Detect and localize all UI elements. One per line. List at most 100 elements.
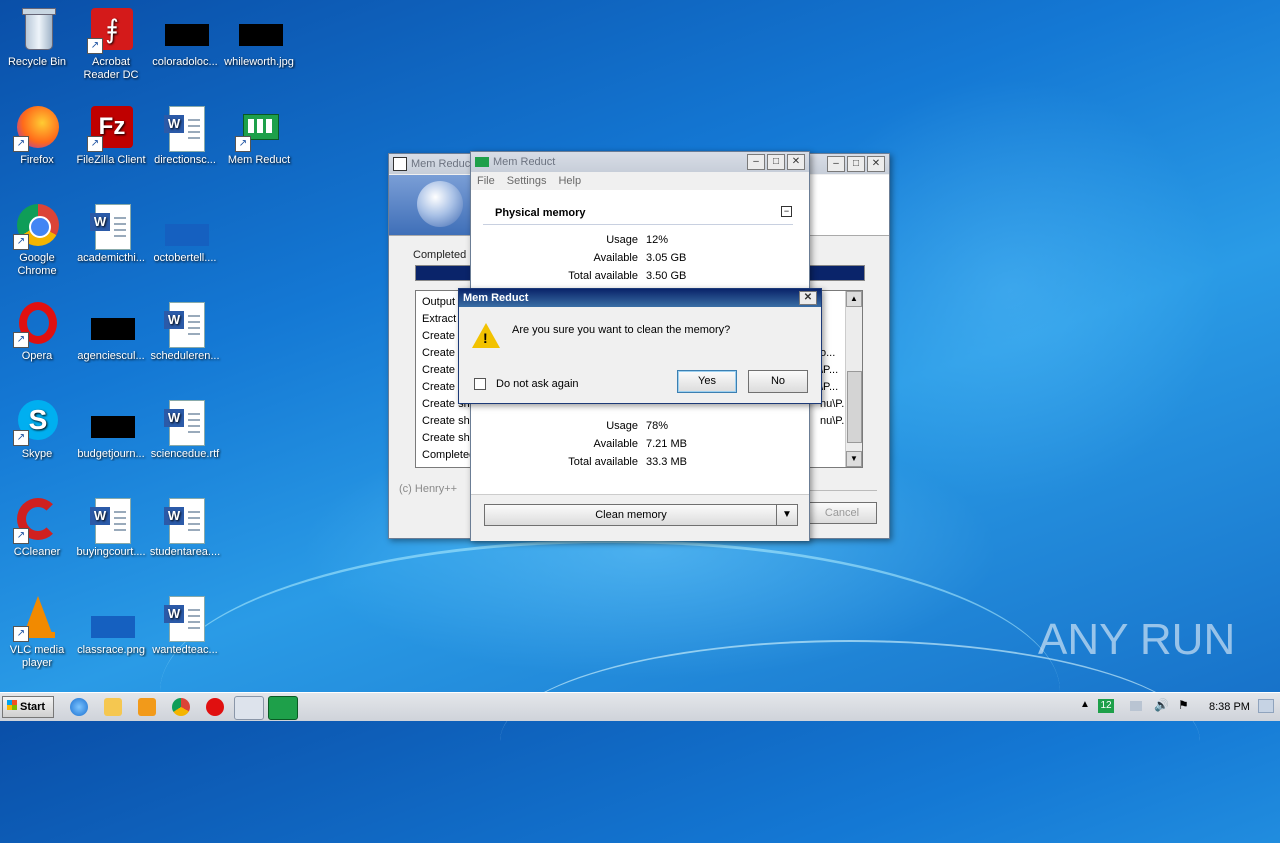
media-player-icon[interactable] — [138, 698, 156, 716]
desktop-icon-wantedteac[interactable]: W wantedteac... — [148, 594, 222, 657]
start-label: Start — [20, 701, 46, 713]
scroll-thumb[interactable] — [847, 371, 862, 443]
log-line: Create sh — [422, 432, 470, 444]
scroll-down-arrow-icon[interactable]: ▼ — [846, 451, 862, 467]
desktop-icon-mem-reduct[interactable]: ↗ Mem Reduct — [222, 104, 296, 167]
cancel-button[interactable]: Cancel — [807, 502, 877, 524]
start-button[interactable]: Start — [2, 696, 54, 718]
log-line: Create sh — [422, 415, 470, 427]
desktop-icon-budgetjourn[interactable]: budgetjourn... — [74, 398, 148, 461]
desktop-icon-label: directionsc... — [154, 154, 216, 166]
image-file-icon — [161, 6, 209, 54]
desktop-icon-label: CCleaner — [13, 546, 61, 558]
yes-button[interactable]: Yes — [677, 370, 737, 393]
section-divider — [483, 224, 793, 225]
desktop-icon-classrace[interactable]: classrace.png — [74, 594, 148, 657]
image-file-icon — [87, 594, 135, 642]
taskbar: Start ▲ 12 🔊 ⚑ 8:38 PM — [0, 692, 1280, 721]
recycle-bin-icon — [13, 6, 61, 54]
desktop-icon-label: VLC media player — [9, 644, 65, 669]
memreduct-titlebar[interactable]: Mem Reduct – □ ✕ — [471, 152, 809, 172]
minimize-button[interactable]: – — [747, 154, 765, 170]
desktop-icon-label: Opera — [21, 350, 53, 362]
desktop-icon-label: classrace.png — [77, 644, 145, 656]
word-doc-icon: W — [161, 104, 209, 152]
stat-value: 33.3 MB — [646, 456, 687, 468]
clean-memory-button[interactable]: Clean memory — [484, 504, 778, 526]
desktop-icon-scheduleren[interactable]: W scheduleren... — [148, 300, 222, 363]
desktop-icon-opera[interactable]: ↗ Opera — [0, 300, 74, 363]
action-center-icon[interactable]: ⚑ — [1178, 698, 1189, 712]
desktop-icon-skype[interactable]: S ↗ Skype — [0, 398, 74, 461]
desktop-icon-acrobat[interactable]: ⨎ ↗ Acrobat Reader DC — [74, 6, 148, 82]
download-globe-icon — [417, 181, 463, 227]
stat-value: 78% — [646, 420, 669, 432]
stat-value: 7.21 MB — [646, 438, 687, 450]
desktop-icon-buyingcourt[interactable]: W buyingcourt.... — [74, 496, 148, 559]
do-not-ask-label: Do not ask again — [496, 378, 579, 390]
show-desktop-button[interactable] — [1258, 699, 1274, 713]
scroll-up-arrow-icon[interactable]: ▲ — [846, 291, 862, 307]
close-button[interactable]: ✕ — [787, 154, 805, 170]
desktop-icon-ccleaner[interactable]: ↗ CCleaner — [0, 496, 74, 559]
desktop-icon-coloradoloc[interactable]: coloradoloc... — [148, 6, 222, 69]
file-explorer-icon[interactable] — [104, 698, 122, 716]
word-doc-icon: W — [161, 300, 209, 348]
desktop-icon-directionsc[interactable]: W directionsc... — [148, 104, 222, 167]
word-doc-icon: W — [161, 398, 209, 446]
skype-icon: S ↗ — [13, 398, 61, 446]
do-not-ask-checkbox[interactable] — [474, 378, 486, 390]
desktop-icon-label: FileZilla Client — [76, 154, 146, 166]
desktop-icon-agenciescul[interactable]: agenciescul... — [74, 300, 148, 363]
chrome-icon[interactable] — [172, 698, 190, 716]
maximize-button[interactable]: □ — [847, 156, 865, 172]
desktop-icon-studentarea[interactable]: W studentarea.... — [148, 496, 222, 559]
opera-icon[interactable] — [206, 698, 224, 716]
windows-logo-icon — [7, 700, 17, 710]
desktop-icon-sciencedue[interactable]: W sciencedue.rtf — [148, 398, 222, 461]
desktop-icon-label: whileworth.jpg — [224, 56, 294, 68]
installer-taskbar-button[interactable] — [234, 696, 264, 720]
vlc-icon: ↗ — [13, 594, 61, 642]
clock[interactable]: 8:38 PM — [1209, 701, 1250, 713]
close-button[interactable]: ✕ — [799, 291, 817, 305]
menu-help[interactable]: Help — [558, 175, 581, 187]
maximize-button[interactable]: □ — [767, 154, 785, 170]
desktop-icon-label: Skype — [21, 448, 53, 460]
network-icon[interactable] — [1130, 701, 1142, 711]
desktop-icon-whileworth[interactable]: whileworth.jpg — [222, 6, 296, 69]
show-hidden-icons-button[interactable]: ▲ — [1080, 699, 1090, 710]
collapse-icon[interactable]: − — [781, 206, 792, 217]
log-scrollbar[interactable]: ▲ ▼ — [845, 291, 862, 467]
desktop-icon-recycle-bin[interactable]: Recycle Bin — [0, 6, 74, 69]
desktop-icon-octobertell[interactable]: octobertell.... — [148, 202, 222, 265]
stat-label: Usage — [606, 234, 638, 246]
clean-memory-dropdown[interactable]: ▼ — [776, 504, 798, 526]
desktop-icon-firefox[interactable]: ↗ Firefox — [0, 104, 74, 167]
desktop-icon-label: buyingcourt.... — [76, 546, 146, 558]
opera-icon: ↗ — [13, 300, 61, 348]
menu-file[interactable]: File — [477, 175, 495, 187]
minimize-button[interactable]: – — [827, 156, 845, 172]
no-button[interactable]: No — [748, 370, 808, 393]
clean-memory-label: Clean memory — [595, 509, 667, 521]
filezilla-icon: Fz ↗ — [87, 104, 135, 152]
desktop-icon-vlc[interactable]: ↗ VLC media player — [0, 594, 74, 670]
image-file-icon — [87, 300, 135, 348]
desktop-icon-chrome[interactable]: ↗ Google Chrome — [0, 202, 74, 278]
volume-icon[interactable]: 🔊 — [1154, 698, 1169, 712]
desktop-icon-label: coloradoloc... — [152, 56, 218, 68]
desktop-icon-label: Mem Reduct — [227, 154, 291, 166]
mem-reduct-taskbar-button[interactable] — [268, 696, 298, 720]
desktop-icon-filezilla[interactable]: Fz ↗ FileZilla Client — [74, 104, 148, 167]
close-button[interactable]: ✕ — [867, 156, 885, 172]
confirm-dialog: Mem Reduct ✕ ! Are you sure you want to … — [458, 288, 822, 404]
desktop-icon-label: academicthi... — [77, 252, 145, 264]
desktop-icon-academicthi[interactable]: W academicthi... — [74, 202, 148, 265]
internet-explorer-icon[interactable] — [70, 698, 88, 716]
stat-label: Usage — [606, 420, 638, 432]
firefox-icon: ↗ — [13, 104, 61, 152]
dialog-titlebar[interactable]: Mem Reduct ✕ — [459, 289, 821, 307]
mem-reduct-tray-icon[interactable]: 12 — [1098, 699, 1114, 713]
menu-settings[interactable]: Settings — [507, 175, 547, 187]
